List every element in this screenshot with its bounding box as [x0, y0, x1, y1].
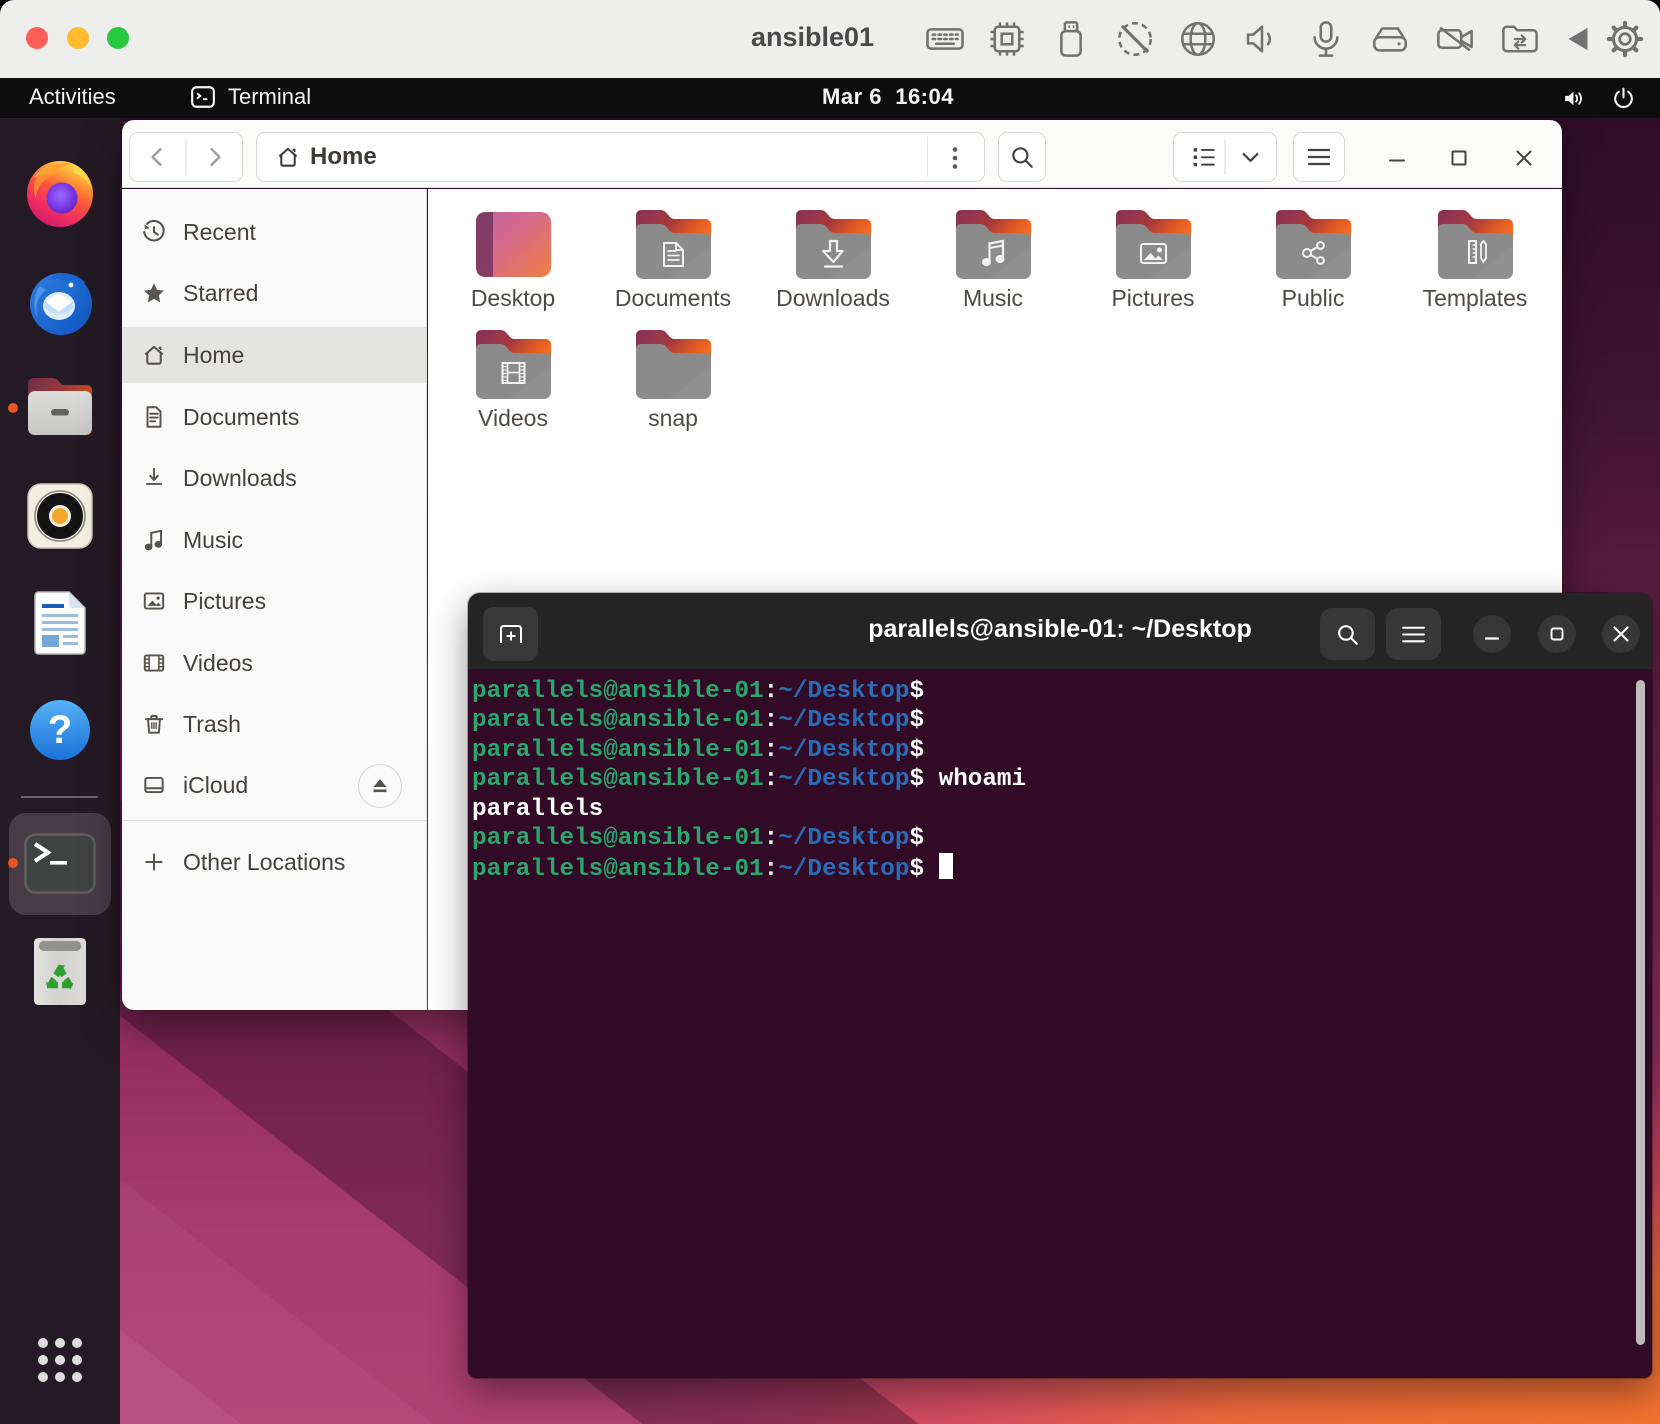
svg-text:?: ?	[48, 708, 72, 752]
